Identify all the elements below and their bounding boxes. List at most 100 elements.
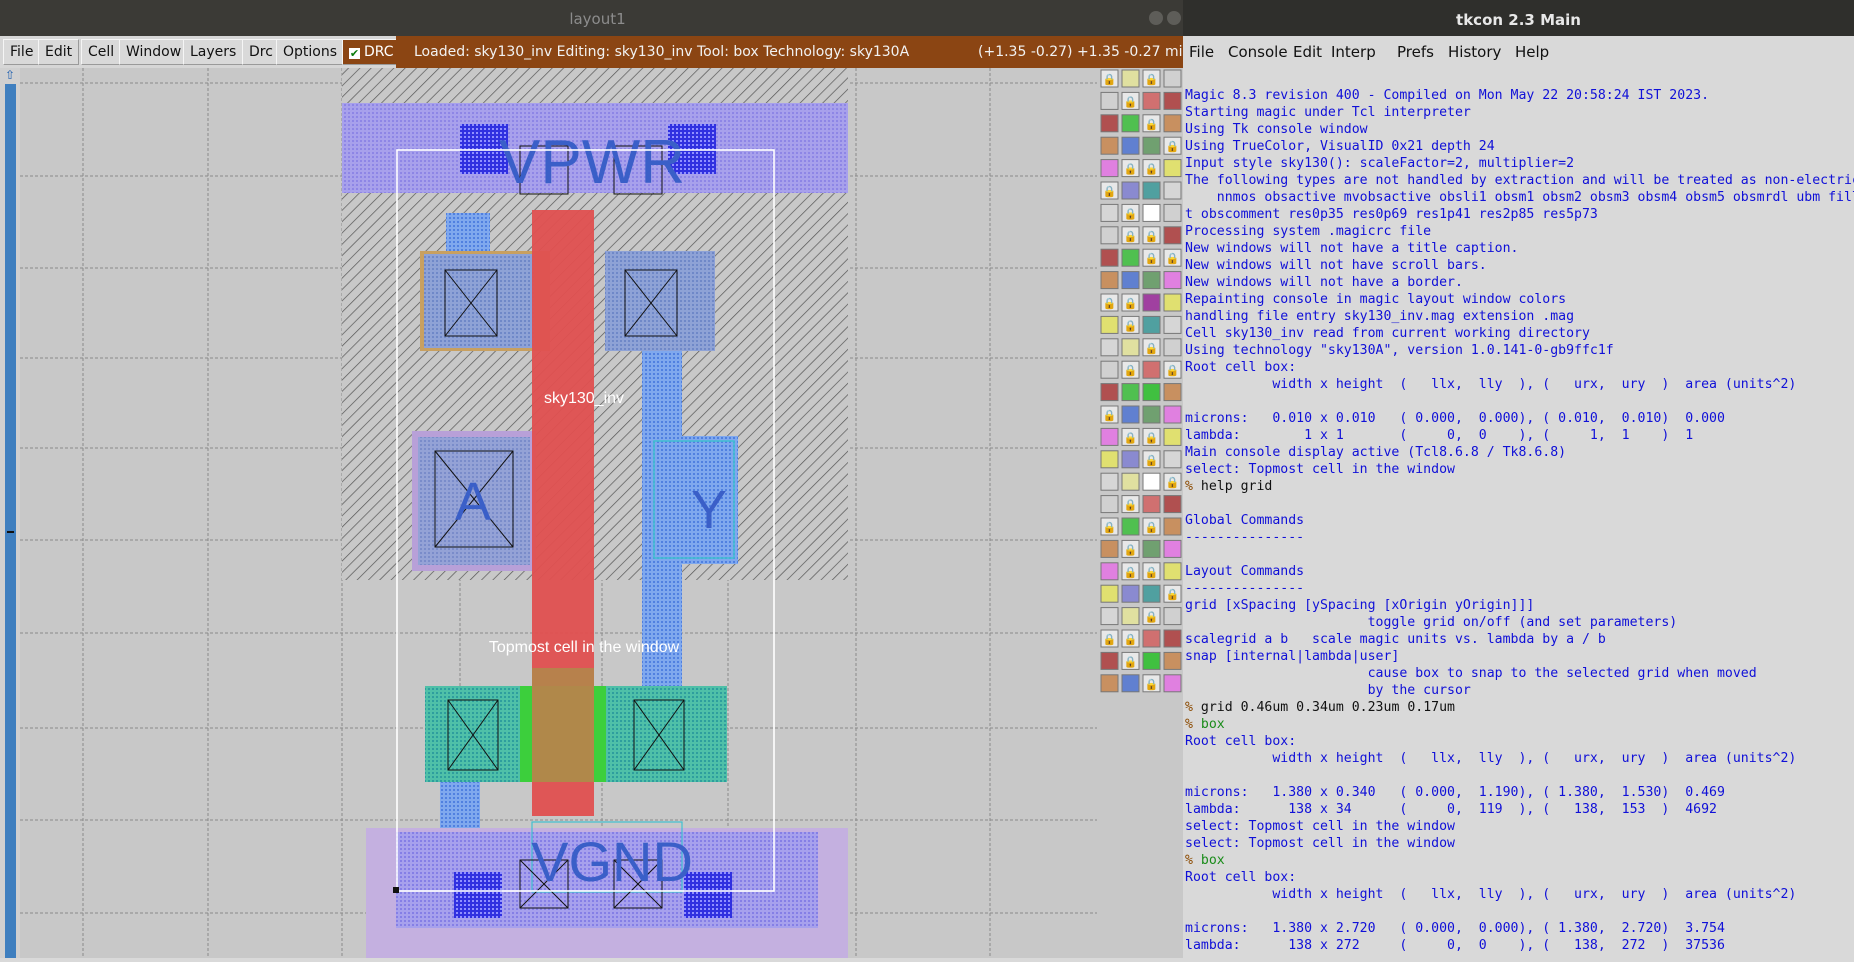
layer-swatch[interactable] <box>1100 562 1119 581</box>
tk-menu-help[interactable]: Help <box>1515 36 1549 68</box>
layer-swatch[interactable] <box>1121 136 1140 155</box>
layer-swatch[interactable] <box>1121 271 1140 290</box>
maximize-icon[interactable] <box>1167 11 1181 25</box>
layer-swatch[interactable] <box>1100 450 1119 469</box>
tk-menu-prefs[interactable]: Prefs <box>1397 36 1434 68</box>
layer-swatch[interactable] <box>1163 383 1182 402</box>
layer-swatch[interactable] <box>1142 383 1161 402</box>
layer-swatch[interactable] <box>1100 338 1119 357</box>
tk-menu-history[interactable]: History <box>1448 36 1501 68</box>
layer-swatch[interactable] <box>1121 674 1140 693</box>
menu-file[interactable]: File <box>3 39 41 65</box>
layer-swatch[interactable] <box>1100 427 1119 446</box>
layer-swatch[interactable] <box>1142 360 1161 379</box>
layer-swatch[interactable] <box>1142 629 1161 648</box>
layout-canvas[interactable]: VPWR Y A VGND sky130_inv Topmost cell in… <box>20 68 1097 958</box>
layer-swatch[interactable] <box>1100 91 1119 110</box>
layer-swatch[interactable] <box>1100 651 1119 670</box>
layer-swatch[interactable] <box>1100 226 1119 245</box>
tk-menu-file[interactable]: File <box>1189 36 1214 68</box>
layer-swatch[interactable] <box>1100 315 1119 334</box>
layer-swatch[interactable] <box>1163 181 1182 200</box>
layer-swatch[interactable] <box>1142 539 1161 558</box>
layer-swatch[interactable] <box>1142 405 1161 424</box>
layer-swatch[interactable] <box>1121 607 1140 626</box>
layer-swatch[interactable] <box>1142 495 1161 514</box>
minimize-icon[interactable] <box>1149 11 1163 25</box>
layer-swatch[interactable] <box>1142 91 1161 110</box>
layer-swatch[interactable] <box>1163 159 1182 178</box>
layer-swatch[interactable] <box>1121 383 1140 402</box>
layer-swatch[interactable] <box>1163 271 1182 290</box>
layer-swatch[interactable] <box>1163 405 1182 424</box>
layer-swatch[interactable] <box>1163 226 1182 245</box>
layer-swatch[interactable] <box>1142 293 1161 312</box>
layer-swatch[interactable] <box>1142 136 1161 155</box>
tk-menu-console[interactable]: Console <box>1228 36 1288 68</box>
tk-menu-interp[interactable]: Interp <box>1331 36 1376 68</box>
layer-swatch[interactable] <box>1100 383 1119 402</box>
layer-swatch[interactable] <box>1121 181 1140 200</box>
layer-swatch[interactable] <box>1163 607 1182 626</box>
layer-swatch[interactable] <box>1100 271 1119 290</box>
layer-swatch[interactable] <box>1163 203 1182 222</box>
menu-drc[interactable]: Drc <box>242 39 280 65</box>
layer-swatch[interactable] <box>1163 427 1182 446</box>
layer-swatch[interactable] <box>1100 539 1119 558</box>
layer-swatch[interactable] <box>1100 495 1119 514</box>
tkcon-console[interactable]: Magic 8.3 revision 400 - Compiled on Mon… <box>1183 68 1854 958</box>
layer-swatch[interactable] <box>1100 248 1119 267</box>
layer-swatch[interactable] <box>1142 203 1161 222</box>
layer-swatch[interactable] <box>1163 629 1182 648</box>
layer-swatch[interactable] <box>1142 472 1161 491</box>
menu-layers[interactable]: Layers <box>183 39 244 65</box>
layer-swatch[interactable] <box>1100 472 1119 491</box>
layer-swatch[interactable] <box>1163 651 1182 670</box>
layer-swatch[interactable] <box>1163 517 1182 536</box>
layer-swatch[interactable] <box>1163 539 1182 558</box>
layer-swatch[interactable] <box>1100 607 1119 626</box>
layer-swatch[interactable] <box>1163 69 1182 88</box>
layer-swatch[interactable] <box>1142 584 1161 603</box>
layer-swatch[interactable] <box>1100 159 1119 178</box>
layer-swatch[interactable] <box>1163 315 1182 334</box>
layer-swatch[interactable] <box>1163 293 1182 312</box>
layer-swatch[interactable] <box>1121 114 1140 133</box>
layer-swatch[interactable] <box>1163 562 1182 581</box>
layer-swatch[interactable] <box>1121 69 1140 88</box>
tk-menu-edit[interactable]: Edit <box>1293 36 1322 68</box>
menu-options[interactable]: Options <box>276 39 345 65</box>
box-corner-handle[interactable] <box>393 887 399 893</box>
layer-swatch[interactable] <box>1163 495 1182 514</box>
layer-swatch[interactable] <box>1121 338 1140 357</box>
layer-swatch[interactable] <box>1142 271 1161 290</box>
layer-swatch[interactable] <box>1163 91 1182 110</box>
layer-swatch[interactable] <box>1163 114 1182 133</box>
layer-swatch[interactable] <box>1121 450 1140 469</box>
scroll-up-icon[interactable]: ⇧ <box>3 68 17 82</box>
layer-swatch[interactable] <box>1121 405 1140 424</box>
layer-swatch[interactable] <box>1163 338 1182 357</box>
scrollbar-track[interactable] <box>5 84 16 958</box>
menu-edit[interactable]: Edit <box>38 39 80 65</box>
layer-swatch[interactable] <box>1100 114 1119 133</box>
menu-window[interactable]: Window <box>119 39 189 65</box>
layer-palette[interactable]: 🔒 🔒 🔒 🔒 🔒 🔒 🔒 🔒 🔒 🔒 🔒 🔒 🔒 🔒 🔒 🔒 🔒 🔒 🔒 🔒 🔒 🔒 🔒 🔒 🔒 🔒 🔒 🔒 🔒 🔒 🔒 🔒 🔒 🔒 🔒 🔒 <box>1097 68 1183 958</box>
menu-cell[interactable]: Cell <box>81 39 122 65</box>
drc-toggle[interactable]: ✔ DRC <box>342 39 401 65</box>
layer-swatch[interactable] <box>1121 517 1140 536</box>
layer-swatch[interactable] <box>1142 181 1161 200</box>
layer-swatch[interactable] <box>1100 674 1119 693</box>
layer-swatch[interactable] <box>1100 136 1119 155</box>
layer-swatch[interactable] <box>1121 584 1140 603</box>
layer-swatch[interactable] <box>1142 651 1161 670</box>
layer-swatch[interactable] <box>1100 584 1119 603</box>
layer-swatch[interactable] <box>1121 248 1140 267</box>
layer-swatch[interactable] <box>1163 450 1182 469</box>
layer-swatch[interactable] <box>1100 203 1119 222</box>
layer-palette-grid[interactable]: 🔒 🔒 🔒 🔒 🔒 🔒 🔒 🔒 🔒 🔒 🔒 🔒 🔒 🔒 🔒 🔒 🔒 🔒 🔒 🔒 🔒 🔒 🔒 🔒 🔒 🔒 🔒 🔒 🔒 🔒 🔒 🔒 🔒 🔒 🔒 🔒 <box>1097 68 1183 958</box>
layer-swatch[interactable] <box>1142 315 1161 334</box>
layer-swatch[interactable] <box>1100 360 1119 379</box>
layer-swatch[interactable] <box>1163 674 1182 693</box>
layer-swatch[interactable] <box>1121 472 1140 491</box>
